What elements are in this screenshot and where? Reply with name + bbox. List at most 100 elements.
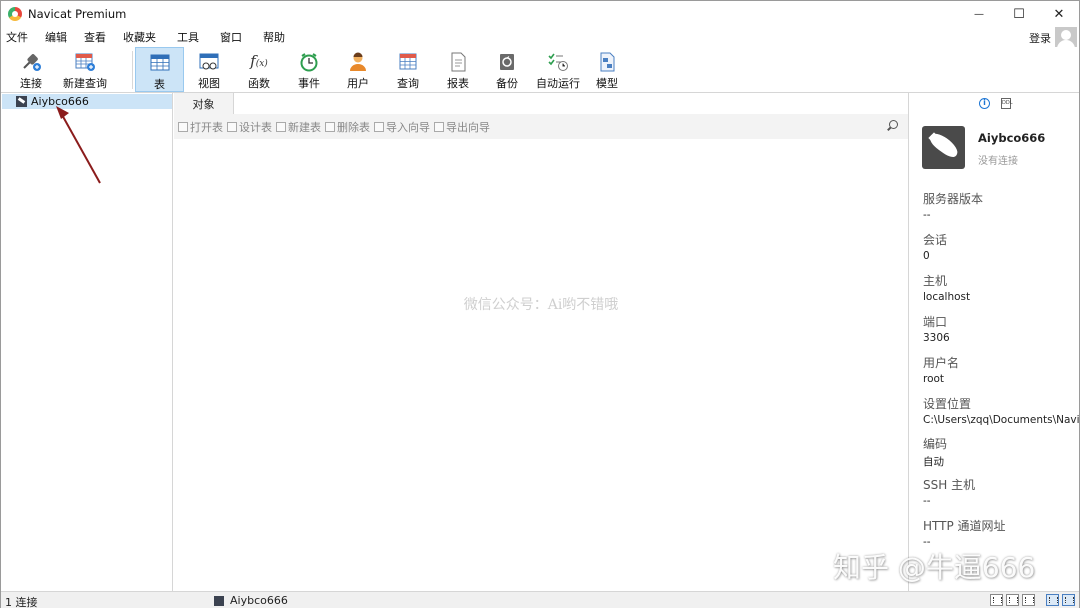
- prop-value: root: [923, 373, 945, 385]
- prop-key: 服务器版本: [923, 192, 984, 206]
- toolbar-user-button[interactable]: 用户: [338, 47, 378, 92]
- prop-ssh-host: SSH 主机 --: [923, 476, 1079, 507]
- user-avatar-icon[interactable]: [1055, 27, 1077, 48]
- object-toolbar: 打开表 设计表 新建表 删除表 导入向导 导出向导: [174, 114, 908, 139]
- design-table-icon: [227, 121, 237, 132]
- toggle-navigator-icon[interactable]: [1046, 594, 1059, 606]
- prop-server-version: 服务器版本 --: [923, 190, 1079, 221]
- minimize-icon: —: [974, 8, 984, 20]
- er-view-icon[interactable]: [1022, 594, 1035, 606]
- new-table-button[interactable]: 新建表: [276, 119, 321, 135]
- info-icon[interactable]: i: [979, 98, 990, 109]
- report-icon: [447, 52, 469, 72]
- list-view-icon[interactable]: [990, 594, 1003, 606]
- clock-event-icon: [298, 52, 320, 72]
- toolbar-separator: [132, 51, 133, 89]
- prop-key: SSH 主机: [923, 478, 976, 492]
- detail-view-icon[interactable]: [1006, 594, 1019, 606]
- app-window: Navicat Premium — ☐ ✕ 文件 编辑 查看 收藏夹 工具 窗口…: [0, 0, 1080, 609]
- export-icon: [434, 121, 444, 132]
- toolbar-label: 视图: [198, 77, 220, 90]
- toolbar-label: 函数: [248, 77, 270, 90]
- toolbar-connect-button[interactable]: 连接: [11, 47, 51, 92]
- toolbar-label: 查询: [397, 77, 419, 90]
- prop-key: 编码: [923, 437, 948, 451]
- toolbar-table-button[interactable]: 表: [135, 47, 184, 92]
- menu-edit[interactable]: 编辑: [37, 29, 76, 45]
- status-connection: Aiybco666: [214, 594, 288, 607]
- toolbar-model-button[interactable]: 模型: [589, 47, 625, 92]
- title-bar: Navicat Premium — ☐ ✕: [1, 1, 1079, 27]
- menu-help[interactable]: 帮助: [251, 29, 294, 45]
- design-table-button[interactable]: 设计表: [227, 119, 272, 135]
- delete-table-icon: [325, 121, 335, 132]
- close-button[interactable]: ✕: [1039, 1, 1079, 27]
- toolbar-label: 新建查询: [63, 77, 107, 90]
- toolbar-function-button[interactable]: f(x) 函数: [239, 47, 279, 92]
- toolbar-query-button[interactable]: 查询: [388, 47, 428, 92]
- import-wizard-button[interactable]: 导入向导: [374, 119, 430, 135]
- ddl-icon[interactable]: DDL: [1001, 98, 1013, 109]
- toolbar-new-query-button[interactable]: 新建查询: [59, 47, 111, 92]
- button-label: 打开表: [190, 120, 223, 134]
- toolbar-automation-button[interactable]: 自动运行: [535, 47, 581, 92]
- prop-value: localhost: [923, 291, 971, 303]
- prop-key: 设置位置: [923, 397, 972, 411]
- import-icon: [374, 121, 384, 132]
- prop-key: 会话: [923, 233, 948, 247]
- toolbar-backup-button[interactable]: 备份: [487, 47, 527, 92]
- query-icon: [397, 52, 419, 72]
- close-icon: ✕: [1053, 6, 1065, 22]
- new-table-icon: [276, 121, 286, 132]
- toolbar-label: 自动运行: [536, 77, 580, 90]
- toolbar-label: 模型: [596, 77, 618, 90]
- mysql-dolphin-icon: [922, 126, 965, 169]
- toolbar-report-button[interactable]: 报表: [438, 47, 478, 92]
- view-icon: [198, 52, 220, 72]
- toolbar-event-button[interactable]: 事件: [289, 47, 329, 92]
- button-label: 导入向导: [386, 120, 430, 134]
- window-title: Navicat Premium: [28, 7, 127, 21]
- prop-key: 主机: [923, 274, 948, 288]
- open-table-icon: [178, 121, 188, 132]
- menu-view[interactable]: 查看: [76, 29, 115, 45]
- menu-file[interactable]: 文件: [1, 29, 37, 45]
- plug-connection-icon: [20, 52, 42, 72]
- minimize-button[interactable]: —: [959, 1, 999, 27]
- prop-sessions: 会话 0: [923, 231, 1079, 262]
- export-wizard-button[interactable]: 导出向导: [434, 119, 490, 135]
- maximize-button[interactable]: ☐: [999, 1, 1039, 27]
- prop-port: 端口 3306: [923, 313, 1079, 344]
- menu-bar: 文件 编辑 查看 收藏夹 工具 窗口 帮助: [1, 27, 1079, 47]
- toolbar-label: 备份: [496, 77, 518, 90]
- toolbar-label: 连接: [20, 77, 42, 90]
- delete-table-button[interactable]: 删除表: [325, 119, 370, 135]
- tab-objects[interactable]: 对象: [174, 93, 234, 114]
- toolbar-view-button[interactable]: 视图: [189, 47, 229, 92]
- prop-host: 主机 localhost: [923, 272, 1079, 303]
- menu-favorites[interactable]: 收藏夹: [115, 29, 165, 45]
- annotation-arrow: [56, 106, 101, 184]
- prop-value: 自动: [923, 456, 944, 468]
- mysql-connection-icon: [16, 96, 27, 107]
- object-list-area[interactable]: 微信公众号：Ai哟不错哦: [174, 139, 908, 591]
- search-icon[interactable]: [889, 120, 898, 129]
- menu-window[interactable]: 窗口: [208, 29, 251, 45]
- tab-strip: 对象: [174, 93, 908, 114]
- user-icon: [347, 52, 369, 72]
- button-label: 删除表: [337, 120, 370, 134]
- prop-key: 用户名: [923, 356, 960, 370]
- status-connection-name: Aiybco666: [230, 594, 288, 607]
- info-pane: i DDL Aiybco666 没有连接 服务器版本 -- 会话 0 主机 local…: [908, 93, 1079, 591]
- open-table-button[interactable]: 打开表: [178, 119, 223, 135]
- prop-value: --: [923, 495, 931, 507]
- prop-encoding: 编码 自动: [923, 435, 1079, 469]
- automation-icon: [547, 52, 569, 72]
- navicat-logo-icon: [8, 7, 22, 21]
- prop-settings-location: 设置位置 C:\Users\zqq\Documents\Navic: [923, 395, 1079, 426]
- login-link[interactable]: 登录: [1029, 30, 1051, 46]
- tab-strip-empty: [234, 93, 908, 114]
- toggle-info-pane-icon[interactable]: [1062, 594, 1075, 606]
- prop-username: 用户名 root: [923, 354, 1079, 385]
- menu-tools[interactable]: 工具: [165, 29, 208, 45]
